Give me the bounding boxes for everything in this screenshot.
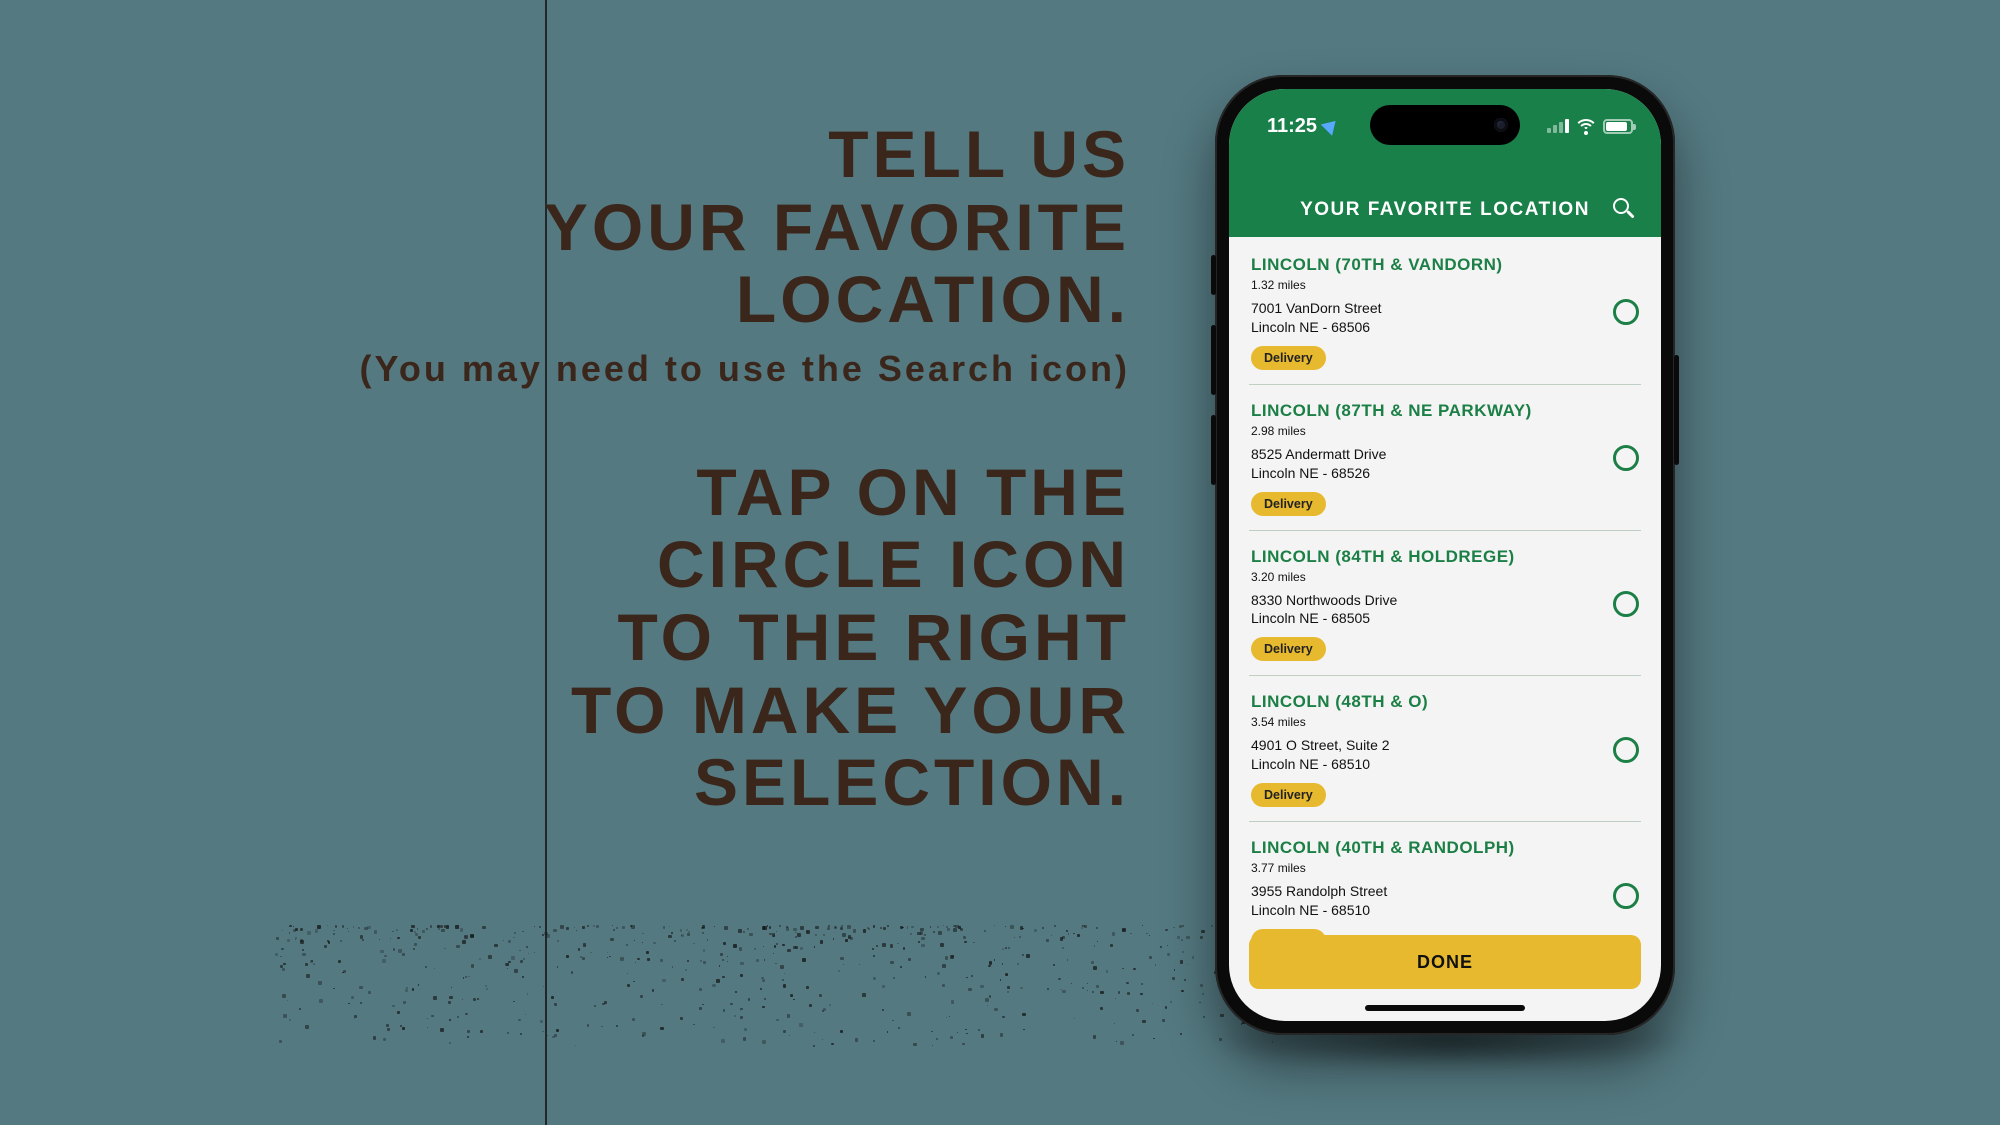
dynamic-island: [1370, 105, 1520, 145]
delivery-badge: Delivery: [1251, 346, 1326, 370]
phone-side-button: [1211, 325, 1216, 395]
phone-side-button: [1211, 255, 1216, 295]
instruction-line: location.: [0, 263, 1130, 336]
search-button[interactable]: [1613, 198, 1637, 222]
battery-icon: [1603, 119, 1633, 134]
location-arrow-icon: [1321, 115, 1342, 136]
location-name: LINCOLN (48TH & O): [1251, 692, 1599, 712]
location-name: LINCOLN (70TH & VANDORN): [1251, 255, 1599, 275]
location-distance: 1.32 miles: [1251, 278, 1599, 292]
instruction-line: Tell us: [0, 118, 1130, 191]
location-name: LINCOLN (87TH & NE PARKWAY): [1251, 401, 1599, 421]
grunge-texture: [275, 915, 1295, 1055]
instruction-line: Tap on the: [0, 456, 1130, 529]
location-distance: 3.54 miles: [1251, 715, 1599, 729]
delivery-badge: Delivery: [1251, 492, 1326, 516]
location-address: 3955 Randolph StreetLincoln NE - 68510: [1251, 882, 1599, 920]
instruction-line: circle icon: [0, 528, 1130, 601]
phone-mockup: 11:25 YOUR FAVORITE LOCATION LINCOLN (70…: [1215, 75, 1675, 1035]
instruction-line: to the right: [0, 601, 1130, 674]
home-indicator: [1365, 1005, 1525, 1011]
location-row[interactable]: LINCOLN (48TH & O) 3.54 miles 4901 O Stree…: [1249, 676, 1641, 822]
cellular-icon: [1547, 119, 1569, 133]
instruction-line: your favorite: [0, 191, 1130, 264]
location-row[interactable]: LINCOLN (84TH & HOLDREGE) 3.20 miles 8330 …: [1249, 531, 1641, 677]
phone-side-button: [1211, 415, 1216, 485]
select-radio[interactable]: [1613, 883, 1639, 909]
instruction-line: to make your: [0, 674, 1130, 747]
instruction-line: selection.: [0, 746, 1130, 819]
select-radio[interactable]: [1613, 591, 1639, 617]
location-distance: 2.98 miles: [1251, 424, 1599, 438]
location-row[interactable]: LINCOLN (70TH & VANDORN) 1.32 miles 7001 V…: [1249, 237, 1641, 385]
instruction-sub: (You may need to use the Search icon): [0, 348, 1130, 390]
location-name: LINCOLN (84TH & HOLDREGE): [1251, 547, 1599, 567]
location-address: 8330 Northwoods DriveLincoln NE - 68505: [1251, 591, 1599, 629]
camera-icon: [1494, 118, 1508, 132]
select-radio[interactable]: [1613, 445, 1639, 471]
instruction-block: Tell us your favorite location. (You may…: [0, 118, 1130, 819]
wifi-icon: [1576, 119, 1596, 134]
delivery-badge: Delivery: [1251, 783, 1326, 807]
location-distance: 3.77 miles: [1251, 861, 1599, 875]
status-time: 11:25: [1267, 115, 1317, 138]
location-address: 8525 Andermatt DriveLincoln NE - 68526: [1251, 445, 1599, 483]
location-list[interactable]: LINCOLN (70TH & VANDORN) 1.32 miles 7001 V…: [1229, 237, 1661, 1021]
select-radio[interactable]: [1613, 737, 1639, 763]
search-icon: [1613, 198, 1629, 214]
done-button[interactable]: DONE: [1249, 935, 1641, 989]
delivery-badge: Delivery: [1251, 637, 1326, 661]
location-name: LINCOLN (40TH & RANDOLPH): [1251, 838, 1599, 858]
location-distance: 3.20 miles: [1251, 570, 1599, 584]
phone-screen: 11:25 YOUR FAVORITE LOCATION LINCOLN (70…: [1229, 89, 1661, 1021]
location-address: 4901 O Street, Suite 2Lincoln NE - 68510: [1251, 736, 1599, 774]
select-radio[interactable]: [1613, 299, 1639, 325]
location-address: 7001 VanDorn StreetLincoln NE - 68506: [1251, 299, 1599, 337]
phone-side-button: [1674, 355, 1679, 465]
page-title: YOUR FAVORITE LOCATION: [1300, 199, 1590, 221]
location-row[interactable]: LINCOLN (87TH & NE PARKWAY) 2.98 miles 852…: [1249, 385, 1641, 531]
